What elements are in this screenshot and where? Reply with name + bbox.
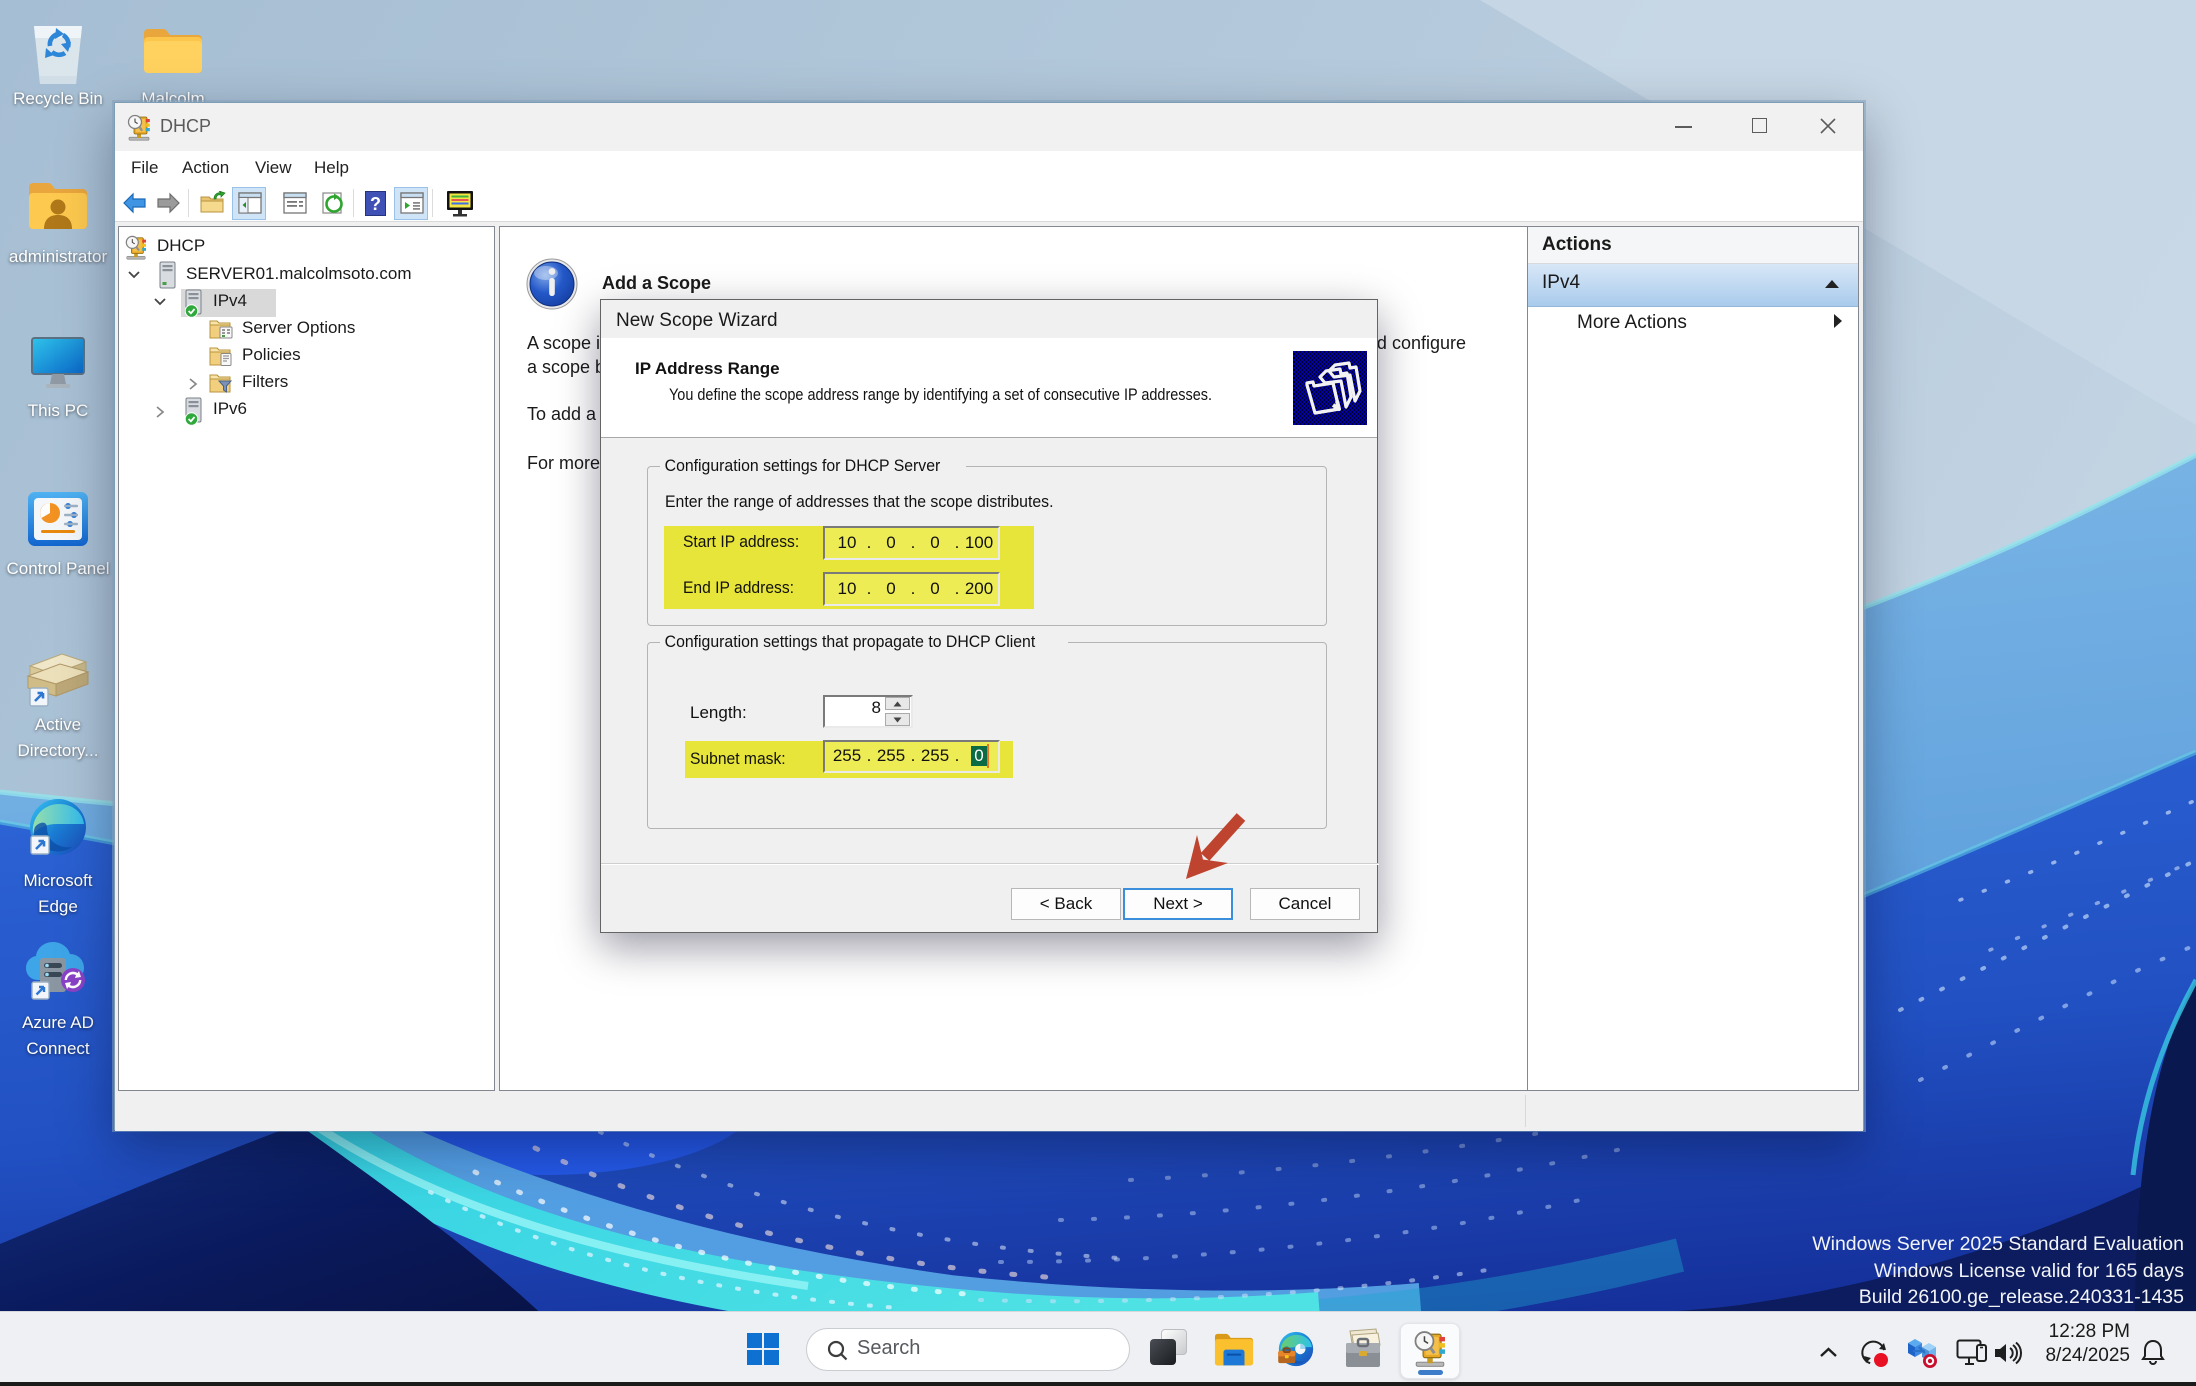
svg-text:?: ? [370, 194, 381, 214]
